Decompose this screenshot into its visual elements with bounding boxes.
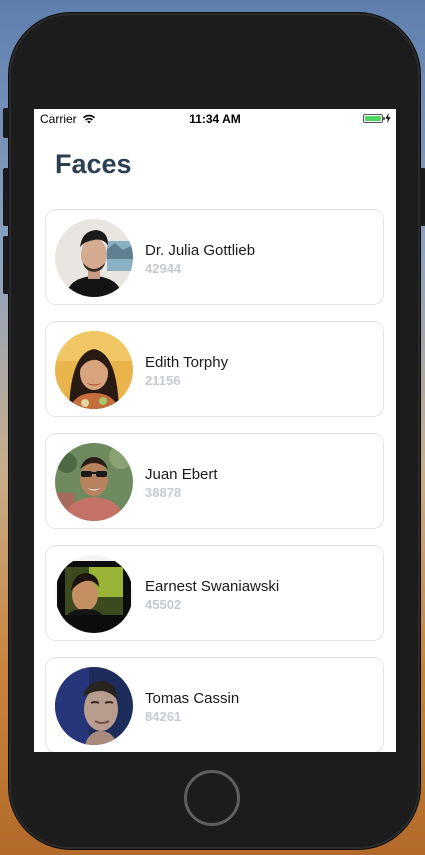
- battery-level: [365, 115, 381, 121]
- avatar: [55, 555, 133, 633]
- face-number: 21156: [145, 373, 181, 388]
- avatar: [55, 667, 133, 745]
- face-number: 38878: [145, 485, 182, 500]
- volume-down-button: [3, 236, 9, 294]
- avatar: [55, 331, 133, 409]
- face-card[interactable]: Dr. Julia Gottlieb 42944: [45, 209, 384, 305]
- status-bar: Carrier 11:34 AM: [34, 109, 396, 129]
- face-card[interactable]: Juan Ebert 38878: [45, 433, 384, 529]
- faces-list: Dr. Julia Gottlieb 42944 Edith Torphy 21: [45, 209, 384, 752]
- battery-icon: [363, 113, 385, 123]
- status-time: 11:34 AM: [189, 112, 241, 126]
- face-number: 84261: [145, 709, 182, 724]
- face-name: Tomas Cassin: [145, 690, 240, 707]
- bolt-icon: [385, 113, 391, 123]
- face-card[interactable]: Earnest Swaniawski 45502: [45, 545, 384, 641]
- avatar: [55, 219, 133, 297]
- home-button[interactable]: [184, 770, 240, 826]
- face-name: Juan Ebert: [145, 466, 218, 483]
- volume-up-button: [3, 168, 9, 226]
- app-screen: Carrier 11:34 AM Faces Dr. Julia Gottlie…: [34, 109, 396, 752]
- face-name: Earnest Swaniawski: [145, 578, 280, 595]
- face-name: Edith Torphy: [145, 354, 229, 371]
- battery-group: [363, 113, 391, 123]
- power-button: [420, 168, 425, 226]
- face-name: Dr. Julia Gottlieb: [145, 242, 256, 259]
- face-card[interactable]: Tomas Cassin 84261: [45, 657, 384, 752]
- face-number: 42944: [145, 261, 182, 276]
- avatar: [55, 443, 133, 521]
- face-number: 45502: [145, 597, 182, 612]
- page-title: Faces: [55, 149, 132, 179]
- mute-switch: [3, 108, 9, 138]
- face-card[interactable]: Edith Torphy 21156: [45, 321, 384, 417]
